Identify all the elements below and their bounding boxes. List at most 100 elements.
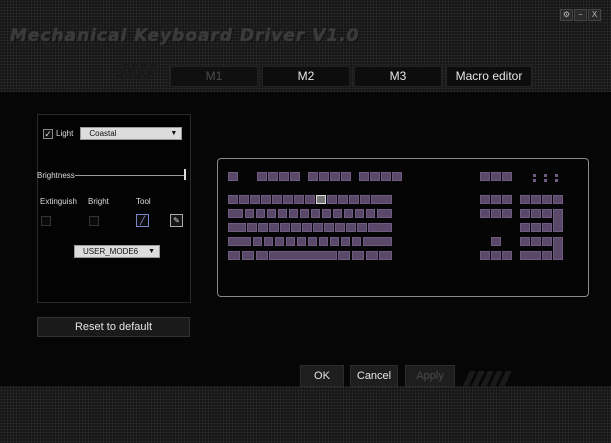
settings-icon[interactable]: ⚙ — [560, 9, 573, 21]
keyboard-key[interactable] — [520, 209, 530, 218]
keyboard-key[interactable] — [283, 195, 293, 204]
effect-dropdown[interactable]: Coastal ▼ — [80, 127, 183, 140]
keyboard-key[interactable] — [542, 223, 552, 232]
keyboard-key[interactable] — [228, 237, 252, 246]
keyboard-key[interactable] — [228, 209, 243, 218]
keyboard-key[interactable] — [318, 237, 329, 246]
keyboard-key[interactable] — [258, 223, 268, 232]
keyboard-key[interactable] — [491, 209, 501, 218]
tab-macro-editor[interactable]: Macro editor — [446, 66, 532, 87]
keyboard-key[interactable] — [502, 195, 512, 204]
cancel-button[interactable]: Cancel — [350, 365, 398, 387]
keyboard-key[interactable] — [520, 237, 530, 246]
keyboard-key[interactable] — [370, 172, 380, 181]
keyboard-key[interactable] — [520, 251, 541, 260]
keyboard-key[interactable] — [341, 172, 351, 181]
keyboard-key[interactable] — [277, 209, 287, 218]
ok-button[interactable]: OK — [300, 365, 344, 387]
keyboard-key[interactable] — [228, 223, 246, 232]
reset-to-default-button[interactable]: Reset to default — [37, 317, 190, 337]
keyboard-key[interactable] — [502, 172, 512, 181]
pen-icon[interactable]: ╱ — [136, 214, 149, 227]
keyboard-key[interactable] — [502, 251, 512, 260]
keyboard-key[interactable] — [371, 195, 392, 204]
keyboard-key[interactable] — [294, 195, 304, 204]
keyboard-key[interactable] — [553, 195, 563, 204]
keyboard-key[interactable] — [239, 195, 249, 204]
apply-button[interactable]: Apply — [405, 365, 455, 387]
keyboard-key[interactable] — [480, 251, 490, 260]
keyboard-key[interactable] — [319, 172, 329, 181]
keyboard-key[interactable] — [365, 209, 375, 218]
keyboard-key[interactable] — [285, 237, 296, 246]
keyboard-key[interactable] — [307, 237, 318, 246]
keyboard-key[interactable] — [346, 223, 356, 232]
keyboard-key[interactable] — [502, 209, 512, 218]
keyboard-key[interactable] — [553, 209, 563, 232]
brightness-slider[interactable] — [75, 175, 185, 176]
keyboard-key[interactable] — [228, 195, 238, 204]
keyboard-key[interactable] — [480, 172, 490, 181]
keyboard-key[interactable] — [520, 195, 530, 204]
keyboard-key[interactable] — [553, 237, 563, 260]
keyboard-key[interactable] — [288, 209, 298, 218]
eyedropper-icon[interactable]: ✎ — [170, 214, 183, 227]
tab-m3[interactable]: M3 — [354, 66, 442, 87]
keyboard-key[interactable] — [531, 223, 541, 232]
keyboard-key[interactable] — [280, 223, 290, 232]
keyboard-key[interactable] — [343, 209, 353, 218]
close-icon[interactable]: X — [588, 9, 601, 21]
keyboard-key[interactable] — [542, 209, 552, 218]
keyboard-key[interactable] — [542, 251, 552, 260]
keyboard-key[interactable] — [261, 195, 271, 204]
keyboard-key[interactable] — [531, 237, 541, 246]
keyboard-key[interactable] — [480, 195, 490, 204]
keyboard-key[interactable] — [321, 209, 331, 218]
keyboard-key[interactable] — [379, 251, 392, 260]
keyboard-key[interactable] — [250, 195, 260, 204]
keyboard-key[interactable] — [376, 209, 392, 218]
keyboard-key[interactable] — [290, 172, 300, 181]
keyboard-key[interactable] — [340, 237, 351, 246]
keyboard-key[interactable] — [491, 172, 501, 181]
keyboard-key-selected[interactable] — [316, 195, 326, 204]
keyboard-key[interactable] — [338, 195, 348, 204]
keyboard-key[interactable] — [542, 195, 552, 204]
keyboard-key[interactable] — [360, 195, 370, 204]
keyboard-key[interactable] — [392, 172, 402, 181]
light-checkbox[interactable]: ✓ — [43, 128, 53, 139]
keyboard-key[interactable] — [359, 172, 369, 181]
keyboard-key[interactable] — [357, 223, 367, 232]
keyboard-key[interactable] — [263, 237, 274, 246]
keyboard-key[interactable] — [274, 237, 285, 246]
tab-m2[interactable]: M2 — [262, 66, 350, 87]
keyboard-key[interactable] — [269, 251, 337, 260]
keyboard-key[interactable] — [327, 195, 337, 204]
keyboard-key[interactable] — [491, 237, 501, 246]
brightness-slider-thumb[interactable] — [184, 169, 186, 180]
keyboard-key[interactable] — [349, 195, 359, 204]
keyboard-key[interactable] — [491, 195, 501, 204]
keyboard-key[interactable] — [313, 223, 323, 232]
keyboard-key[interactable] — [362, 237, 392, 246]
keyboard-key[interactable] — [269, 223, 279, 232]
keyboard-key[interactable] — [279, 172, 289, 181]
minimize-icon[interactable]: − — [574, 9, 587, 21]
keyboard-key[interactable] — [268, 172, 278, 181]
keyboard-key[interactable] — [228, 172, 238, 181]
keyboard-key[interactable] — [531, 195, 541, 204]
keyboard-key[interactable] — [241, 251, 254, 260]
tab-m1[interactable]: M1 — [170, 66, 258, 87]
keyboard-key[interactable] — [335, 223, 345, 232]
bright-checkbox[interactable] — [89, 216, 99, 226]
keyboard-key[interactable] — [329, 237, 340, 246]
keyboard-key[interactable] — [542, 237, 552, 246]
keyboard-key[interactable] — [255, 209, 265, 218]
keyboard-key[interactable] — [332, 209, 342, 218]
keyboard-key[interactable] — [338, 251, 351, 260]
keyboard-key[interactable] — [480, 209, 490, 218]
keyboard-key[interactable] — [531, 209, 541, 218]
mode-dropdown[interactable]: USER_MODE6 ▼ — [74, 245, 160, 258]
keyboard-key[interactable] — [247, 223, 257, 232]
keyboard-key[interactable] — [520, 223, 530, 232]
